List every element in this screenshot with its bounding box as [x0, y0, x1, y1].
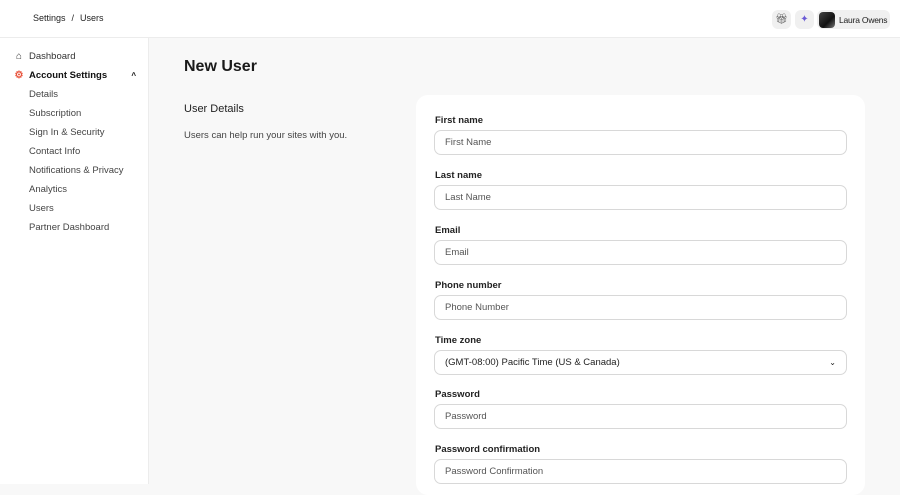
- top-header: Settings / Users 🎁︎ ✦ Laura Owens: [0, 0, 900, 38]
- password-input[interactable]: Password: [434, 404, 847, 429]
- sidebar-item-analytics[interactable]: Analytics: [29, 184, 67, 195]
- user-form-card: First name First Name Last name Last Nam…: [416, 95, 865, 495]
- user-menu[interactable]: Laura Owens: [817, 10, 890, 29]
- home-icon: ⌂: [15, 51, 23, 62]
- first-name-input[interactable]: First Name: [434, 130, 847, 155]
- sidebar-item-sign-in-security[interactable]: Sign In & Security: [29, 127, 105, 138]
- gift-icon: 🎁︎: [775, 14, 788, 25]
- sidebar-item-label: Dashboard: [29, 51, 76, 62]
- breadcrumb-users: Users: [80, 13, 104, 23]
- sidebar-item-dashboard[interactable]: ⌂ Dashboard: [14, 51, 76, 62]
- section-description: Users can help run your sites with you.: [184, 130, 348, 141]
- phone-input[interactable]: Phone Number: [434, 295, 847, 320]
- sidebar: ⌂ Dashboard ⚙ Account Settings ^ Details Su…: [0, 38, 149, 484]
- gift-button[interactable]: 🎁︎: [772, 10, 791, 29]
- sidebar-item-partner-dashboard[interactable]: Partner Dashboard: [29, 222, 109, 233]
- sidebar-item-details[interactable]: Details: [29, 89, 58, 100]
- page-title: New User: [184, 58, 257, 75]
- last-name-input[interactable]: Last Name: [434, 185, 847, 210]
- password-confirmation-label: Password confirmation: [435, 444, 541, 455]
- sidebar-item-notifications-privacy[interactable]: Notifications & Privacy: [29, 165, 124, 176]
- email-input[interactable]: Email: [434, 240, 847, 265]
- chevron-down-icon: ⌄: [829, 358, 836, 367]
- magic-wand-icon: ✦: [800, 14, 809, 25]
- time-zone-value: (GMT-08:00) Pacific Time (US & Canada): [445, 357, 620, 368]
- section-title: User Details: [184, 103, 244, 115]
- password-confirmation-input[interactable]: Password Confirmation: [434, 459, 847, 484]
- sidebar-item-account-settings[interactable]: ⚙ Account Settings ^: [14, 70, 136, 81]
- password-label: Password: [435, 389, 480, 400]
- last-name-label: Last name: [435, 170, 482, 181]
- time-zone-label: Time zone: [435, 335, 482, 346]
- breadcrumb-settings[interactable]: Settings: [33, 13, 66, 23]
- avatar: [819, 11, 835, 28]
- email-label: Email: [435, 225, 461, 236]
- sidebar-item-label: Account Settings: [29, 70, 108, 81]
- breadcrumb-separator: /: [71, 13, 75, 23]
- sidebar-item-subscription[interactable]: Subscription: [29, 108, 81, 119]
- first-name-label: First name: [435, 115, 484, 126]
- user-name: Laura Owens: [839, 14, 888, 25]
- gear-icon: ⚙: [14, 70, 24, 81]
- phone-label: Phone number: [435, 280, 502, 291]
- chevron-up-icon: ^: [131, 71, 136, 80]
- time-zone-select[interactable]: (GMT-08:00) Pacific Time (US & Canada) ⌄: [434, 350, 847, 375]
- sidebar-item-users[interactable]: Users: [29, 203, 54, 214]
- breadcrumb: Settings / Users: [33, 13, 104, 23]
- magic-wand-button[interactable]: ✦: [795, 10, 814, 29]
- sidebar-item-contact-info[interactable]: Contact Info: [29, 146, 80, 157]
